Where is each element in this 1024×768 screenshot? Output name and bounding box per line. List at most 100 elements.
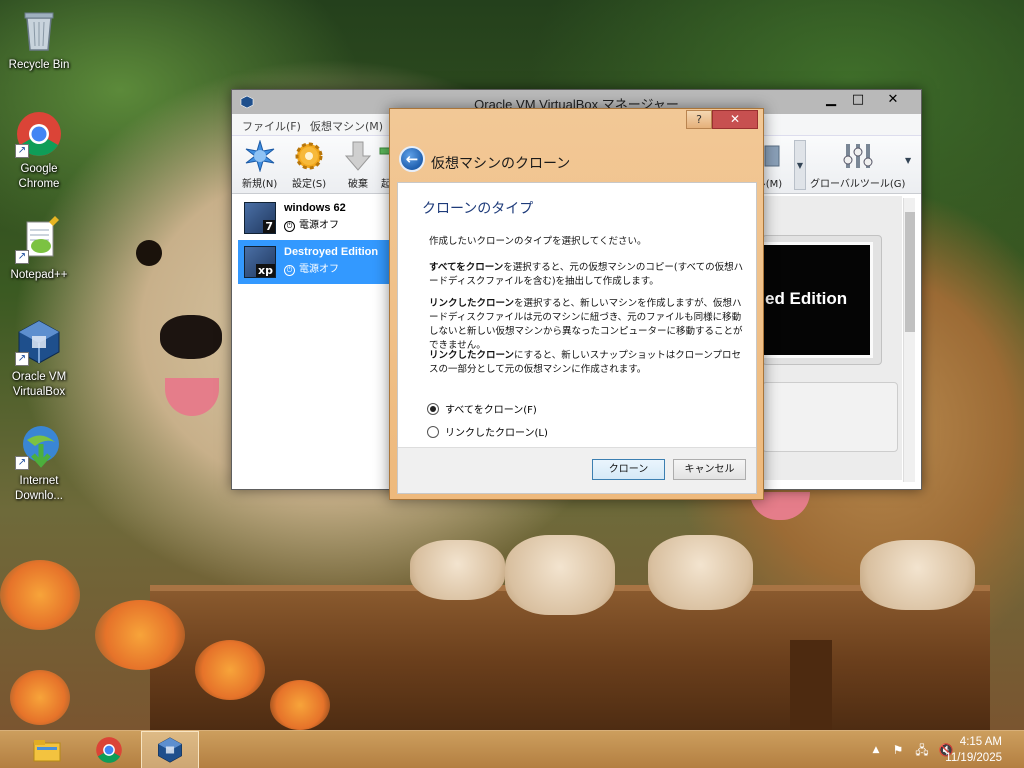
vm-list-item[interactable]: 7 windows 62 ⏻ 電源オフ bbox=[238, 196, 390, 240]
linked-clone-description: リンクしたクローンを選択すると、新しいマシンを作成しますが、仮想ハードディスクフ… bbox=[429, 297, 744, 353]
shortcut-arrow-icon: ↗ bbox=[15, 352, 29, 366]
recycle-bin-icon bbox=[15, 6, 63, 54]
taskbar-virtualbox[interactable] bbox=[141, 731, 199, 768]
page-heading: クローンのタイプ bbox=[422, 201, 534, 217]
desktop-icon-recycle-bin[interactable]: Recycle Bin bbox=[1, 6, 77, 73]
desktop-icon-label: Recycle Bin bbox=[8, 59, 70, 71]
details-section bbox=[762, 382, 898, 452]
virtualbox-icon bbox=[158, 737, 182, 763]
preview-screen: ed Edition bbox=[763, 242, 873, 358]
global-tools-dropdown-icon[interactable]: ▼ bbox=[905, 156, 911, 165]
dialog-button-row: クローン キャンセル bbox=[398, 447, 756, 493]
desktop-icon-label: Internet Downlo... bbox=[15, 475, 63, 502]
full-clone-radio[interactable]: すべてをクローン(F) bbox=[427, 401, 537, 416]
scrollbar-thumb[interactable] bbox=[905, 212, 915, 332]
maximize-button[interactable]: □ bbox=[845, 90, 871, 110]
settings-button[interactable]: 設定(S) bbox=[292, 140, 326, 190]
dialog-close-button[interactable]: ✕ bbox=[712, 110, 758, 129]
shortcut-arrow-icon: ↗ bbox=[15, 456, 29, 470]
vm-state: ⏻ 電源オフ bbox=[284, 260, 390, 276]
preview-panel: ed Edition bbox=[762, 235, 882, 365]
vm-state-text: 電源オフ bbox=[299, 264, 339, 275]
wallpaper-paw bbox=[410, 540, 505, 600]
wallpaper-fence-post bbox=[790, 640, 832, 730]
clone-vm-dialog[interactable]: ? ✕ ← 仮想マシンのクローン クローンのタイプ 作成したいクローンのタイプを… bbox=[389, 108, 764, 500]
desktop-icon-internet-download-manager[interactable]: ↗ Internet Downlo... bbox=[1, 422, 77, 504]
wallpaper-paw bbox=[648, 535, 753, 610]
desktop-icon-chrome[interactable]: ↗ Google Chrome bbox=[1, 110, 77, 192]
network-icon[interactable]: 🖧 bbox=[914, 742, 930, 758]
linked-clone-radio-label: リンクしたクローン(L) bbox=[445, 428, 548, 439]
help-button[interactable]: ? bbox=[686, 110, 712, 129]
menu-file[interactable]: ファイル(F) bbox=[242, 118, 301, 134]
taskbar-file-explorer[interactable] bbox=[18, 731, 76, 768]
settings-label: 設定(S) bbox=[292, 179, 327, 190]
vm-name: windows 62 bbox=[284, 202, 346, 214]
linked-clone-radio[interactable]: リンクしたクローン(L) bbox=[427, 424, 548, 439]
clone-button[interactable]: クローン bbox=[592, 459, 665, 480]
shortcut-arrow-icon: ↗ bbox=[15, 144, 29, 158]
show-hidden-icons-chevron-icon[interactable]: ▲ bbox=[868, 742, 884, 758]
details-scrollbar[interactable] bbox=[903, 198, 915, 482]
snapshot-description: リンクしたクローンにすると、新しいスナップショットはクローンプロセスの一部分とし… bbox=[429, 349, 744, 377]
wallpaper-flower bbox=[10, 670, 70, 725]
taskbar-chrome[interactable] bbox=[80, 731, 138, 768]
discard-button[interactable]: 破棄 bbox=[342, 140, 374, 190]
wallpaper-dog-nose bbox=[160, 315, 222, 359]
vm-name: Destroyed Edition bbox=[284, 246, 379, 258]
wallpaper-paw bbox=[860, 540, 975, 610]
menu-machine[interactable]: 仮想マシン(M) bbox=[310, 118, 383, 134]
cancel-button[interactable]: キャンセル bbox=[673, 459, 746, 480]
power-off-icon: ⏻ bbox=[284, 265, 295, 276]
virtualbox-icon: ↗ bbox=[15, 318, 63, 366]
shortcut-arrow-icon: ↗ bbox=[15, 250, 29, 264]
wallpaper-flower bbox=[270, 680, 330, 730]
power-off-icon: ⏻ bbox=[284, 221, 295, 232]
wallpaper-dog-eye bbox=[136, 240, 162, 266]
new-vm-label: 新規(N) bbox=[242, 179, 278, 190]
discard-arrow-icon bbox=[342, 140, 374, 172]
wallpaper-flower bbox=[195, 640, 265, 700]
internet-download-manager-icon: ↗ bbox=[15, 422, 63, 470]
wallpaper-dog-tongue bbox=[165, 378, 219, 416]
radio-unchecked-icon[interactable] bbox=[427, 425, 439, 438]
file-explorer-icon bbox=[33, 740, 61, 762]
dialog-title: 仮想マシンのクローン bbox=[431, 156, 571, 172]
vm-list-item-selected[interactable]: xp Destroyed Edition ⏻ 電源オフ bbox=[238, 240, 390, 284]
close-button[interactable]: ✕ bbox=[880, 90, 906, 110]
desktop-icon-notepad-plus-plus[interactable]: ↗ Notepad++ bbox=[1, 216, 77, 283]
global-tools-icon bbox=[842, 140, 874, 172]
desktop-icon-label: Notepad++ bbox=[10, 269, 68, 281]
chrome-icon: ↗ bbox=[15, 110, 63, 158]
clock[interactable]: 4:15 AM 11/19/2025 bbox=[945, 734, 1002, 766]
new-sparkle-icon bbox=[244, 139, 276, 173]
linked-clone-term: リンクしたクローン bbox=[429, 298, 515, 309]
desktop-icon-virtualbox[interactable]: ↗ Oracle VM VirtualBox bbox=[1, 318, 77, 400]
clock-time: 4:15 AM bbox=[959, 736, 1002, 748]
notepad-plus-plus-icon: ↗ bbox=[15, 216, 63, 264]
vm-list: 7 windows 62 ⏻ 電源オフ xp Destroyed Edition … bbox=[238, 196, 390, 480]
back-arrow-icon[interactable]: ← bbox=[399, 146, 425, 172]
desktop-icon-label: Oracle VM VirtualBox bbox=[11, 371, 67, 398]
system-tray: ▲ ⚑ 🖧 🔇 4:15 AM 11/19/2025 bbox=[824, 731, 1024, 768]
wallpaper-flower bbox=[0, 560, 80, 630]
gear-icon bbox=[293, 140, 325, 172]
full-clone-description: すべてをクローンを選択すると、元の仮想マシンのコピー(すべての仮想ハードディスク… bbox=[429, 261, 744, 289]
global-tools-button[interactable]: グローバルツール(G) bbox=[810, 140, 905, 190]
radio-checked-icon[interactable] bbox=[427, 402, 439, 415]
new-vm-button[interactable]: 新規(N) bbox=[242, 139, 278, 190]
os-badge: 7 bbox=[263, 220, 275, 233]
full-clone-term: すべてをクローン bbox=[429, 262, 504, 273]
vm-state-text: 電源オフ bbox=[299, 220, 339, 231]
minimize-button[interactable]: ▁ bbox=[818, 90, 844, 110]
chrome-icon bbox=[96, 737, 122, 763]
snapshot-term: リンクしたクローン bbox=[429, 350, 515, 361]
wallpaper-paw bbox=[505, 535, 615, 615]
vm-state: ⏻ 電源オフ bbox=[284, 216, 390, 232]
action-center-flag-icon[interactable]: ⚑ bbox=[890, 742, 906, 758]
desktop-icon-label: Google Chrome bbox=[18, 163, 60, 190]
machine-tools-dropdown-icon[interactable]: ▼ bbox=[794, 140, 806, 190]
dialog-header: ← 仮想マシンのクローン bbox=[397, 139, 757, 179]
taskbar: ▲ ⚑ 🖧 🔇 4:15 AM 11/19/2025 bbox=[0, 730, 1024, 768]
full-clone-radio-label: すべてをクローン(F) bbox=[445, 405, 537, 416]
